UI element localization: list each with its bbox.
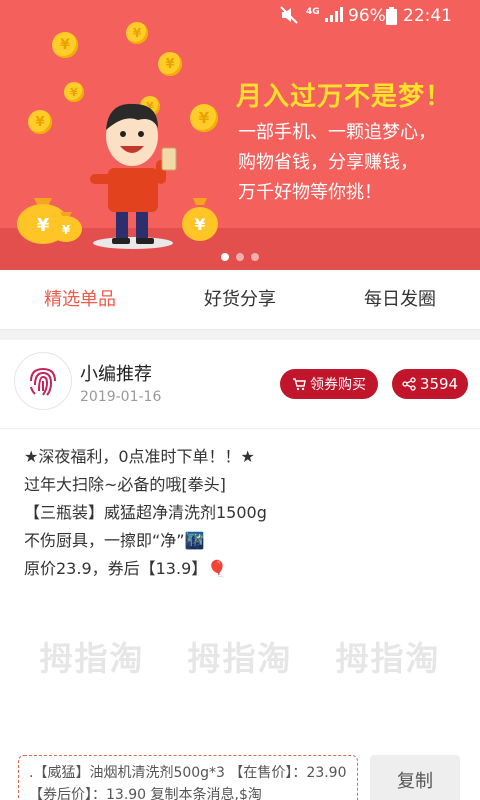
- post-date: 2019-01-16: [80, 389, 162, 405]
- signal-icon: [324, 7, 344, 28]
- promo-banner[interactable]: 4G 96% 22:41 ¥ ¥ ¥ ¥ ¥ ¥ ¥ ¥ ¥ ¥ 月入过万不是梦…: [0, 0, 480, 270]
- clock: 22:41: [403, 6, 452, 26]
- product-image-area[interactable]: 拇指淘 拇指淘 拇指淘: [0, 632, 480, 680]
- divider: [0, 428, 480, 429]
- post-content: ★深夜福利，0点准时下单！！★ 过年大扫除~必备的哦[拳头] 【三瓶装】威猛超净…: [24, 443, 464, 583]
- share-icon: [402, 377, 416, 391]
- battery-icon: [386, 7, 397, 30]
- post-card: 小编推荐 2019-01-16 领券购买 3594 ★深夜福利，0点准时下单！！…: [0, 340, 480, 800]
- svg-text:¥: ¥: [194, 215, 205, 234]
- post-line: 不伤厨具，一擦即“净”🌃: [24, 531, 205, 550]
- watermark: 拇指淘: [187, 639, 293, 678]
- share-button[interactable]: 3594: [392, 369, 468, 399]
- banner-line: 万千好物等你挑！: [238, 182, 382, 203]
- post-line: 原价23.9，券后【13.9】🎈: [24, 559, 228, 578]
- page-dot[interactable]: [251, 253, 259, 261]
- watermark: 拇指淘: [39, 639, 145, 678]
- copy-button[interactable]: 复制: [370, 755, 460, 800]
- get-coupon-label: 领券购买: [310, 377, 366, 393]
- author-name: 小编推荐: [80, 364, 152, 385]
- page-dot[interactable]: [236, 253, 244, 261]
- coin-icon: ¥: [158, 52, 182, 76]
- battery-percent: 96%: [348, 6, 386, 26]
- banner-page-indicator[interactable]: [0, 253, 480, 261]
- coin-icon: ¥: [52, 32, 78, 58]
- tab-good-share[interactable]: 好货分享: [160, 270, 320, 329]
- coin-icon: ¥: [190, 104, 218, 132]
- copy-text-box[interactable]: .【威猛】油烟机清洗剂500g*3 【在售价】：23.90 【券后价】：13.9…: [18, 755, 358, 800]
- fingerprint-icon: [30, 367, 56, 396]
- post-line: 过年大扫除~必备的哦[拳头]: [24, 475, 226, 494]
- status-bar: 4G 96% 22:41: [0, 0, 480, 34]
- tab-featured[interactable]: 精选单品: [0, 270, 160, 329]
- banner-title: 月入过万不是梦！: [236, 82, 453, 112]
- banner-line: 购物省钱，分享赚钱，: [238, 152, 418, 173]
- coin-icon: ¥: [28, 110, 52, 134]
- share-count: 3594: [419, 375, 459, 393]
- mascot-illustration: [78, 90, 188, 254]
- tab-daily-post[interactable]: 每日发圈: [320, 270, 480, 329]
- svg-text:¥: ¥: [62, 223, 71, 237]
- get-coupon-button[interactable]: 领券购买: [280, 369, 378, 399]
- mute-icon: [280, 6, 298, 29]
- network-type: 4G: [306, 7, 320, 17]
- banner-line: 一部手机、一颗追梦心，: [238, 122, 436, 143]
- coin-icon: ¥: [126, 22, 148, 44]
- category-tabs: 精选单品 好货分享 每日发圈: [0, 270, 480, 330]
- post-line: ★深夜福利，0点准时下单！！★: [24, 447, 255, 466]
- page-dot[interactable]: [221, 253, 229, 261]
- post-line: 【三瓶装】威猛超净清洗剂1500g: [24, 503, 267, 522]
- watermark: 拇指淘: [335, 639, 441, 678]
- avatar[interactable]: [14, 352, 72, 410]
- cart-icon: [293, 378, 306, 391]
